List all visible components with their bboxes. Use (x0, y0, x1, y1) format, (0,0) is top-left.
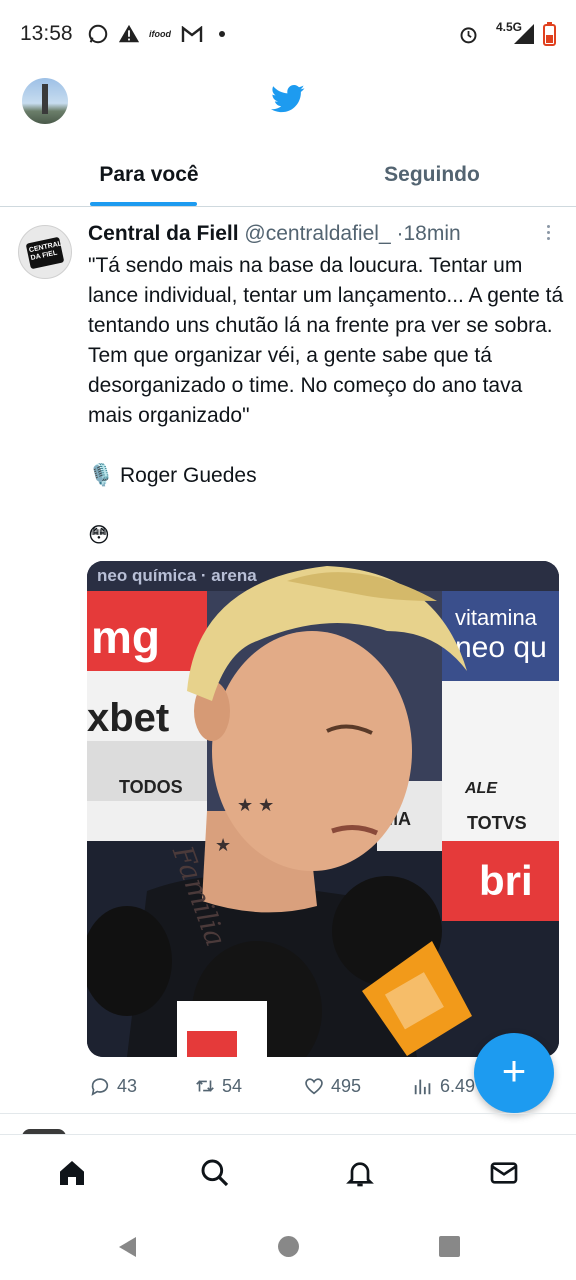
backdrop-text: TODOS (119, 777, 183, 797)
compose-tweet-button[interactable]: + (474, 1033, 554, 1113)
status-bar: 13:58 ifood 4.5G (0, 0, 576, 70)
svg-text:★ ★: ★ ★ (237, 795, 274, 815)
reply-icon (91, 1078, 109, 1096)
svg-text:★: ★ (215, 835, 231, 855)
retweet-icon (196, 1080, 214, 1092)
plus-icon: + (501, 1047, 527, 1094)
recents-icon[interactable] (439, 1236, 460, 1257)
tabs-divider (0, 206, 576, 207)
tweet-text: "Tá sendo mais na base da loucura. Tenta… (88, 254, 564, 547)
battery-icon (543, 22, 556, 46)
tweet-time[interactable]: 18min (403, 222, 460, 245)
home-circle-icon[interactable] (278, 1236, 299, 1257)
dot-icon (219, 31, 225, 37)
backdrop-text: TOTVS (467, 813, 527, 833)
tweet-media-image[interactable]: neo química · arena mg xbet TODOS vitami… (87, 561, 559, 1057)
more-options-icon[interactable] (540, 222, 556, 246)
profile-avatar[interactable] (22, 78, 68, 124)
signal-icon (514, 24, 534, 44)
tab-label: Para você (99, 163, 199, 186)
app-icon: ifood (149, 29, 171, 39)
alarm-icon (460, 27, 477, 44)
like-count: 495 (331, 1075, 362, 1096)
tab-following[interactable]: Seguindo (374, 160, 490, 206)
whatsapp-icon (88, 24, 108, 44)
tweet-divider (0, 1113, 576, 1114)
backdrop-text: mg (91, 611, 160, 663)
backdrop-text: ALE (464, 780, 498, 797)
backdrop-text: vitamina (455, 605, 538, 630)
heart-icon (305, 1078, 323, 1095)
avatar-logo-text: CENTRAL DA FIEL (28, 240, 63, 262)
notifications-icon[interactable] (344, 1157, 376, 1189)
svg-text:ifood: ifood (149, 29, 171, 39)
home-icon[interactable] (56, 1157, 88, 1189)
tab-label: Seguindo (384, 163, 480, 186)
avatar-logo: CENTRAL DA FIEL (25, 236, 65, 270)
view-count: 6.49 (440, 1075, 476, 1096)
like-button[interactable]: 495 (303, 1072, 361, 1100)
author-handle[interactable]: @centraldafiel_ (244, 222, 390, 245)
backdrop-text: xbet (87, 696, 169, 740)
backdrop-text: neo qu (455, 631, 547, 664)
retweet-count: 54 (222, 1075, 243, 1096)
reply-button[interactable]: 43 (89, 1072, 137, 1100)
messages-icon[interactable] (488, 1157, 520, 1189)
author-name[interactable]: Central da Fiell (88, 222, 239, 245)
twitter-bird-icon[interactable] (271, 84, 305, 114)
backdrop-text: bri (479, 857, 533, 904)
gmail-icon (181, 26, 203, 42)
status-time: 13:58 (20, 22, 73, 45)
alert-icon (118, 24, 140, 43)
reply-count: 43 (117, 1075, 138, 1096)
views-button[interactable]: 6.49 (412, 1072, 475, 1100)
tweet-header: Central da Fiell @centraldafiel_ ·18min (88, 220, 461, 248)
search-icon[interactable] (199, 1157, 231, 1189)
media-photo: neo química · arena mg xbet TODOS vitami… (87, 561, 559, 1057)
views-icon (414, 1079, 431, 1095)
tab-for-you[interactable]: Para você (94, 160, 204, 206)
back-icon[interactable] (116, 1235, 138, 1259)
tweet-author-avatar[interactable]: CENTRAL DA FIEL (18, 225, 72, 279)
backdrop-text: neo química · arena (97, 566, 257, 585)
retweet-button[interactable]: 54 (194, 1072, 242, 1100)
